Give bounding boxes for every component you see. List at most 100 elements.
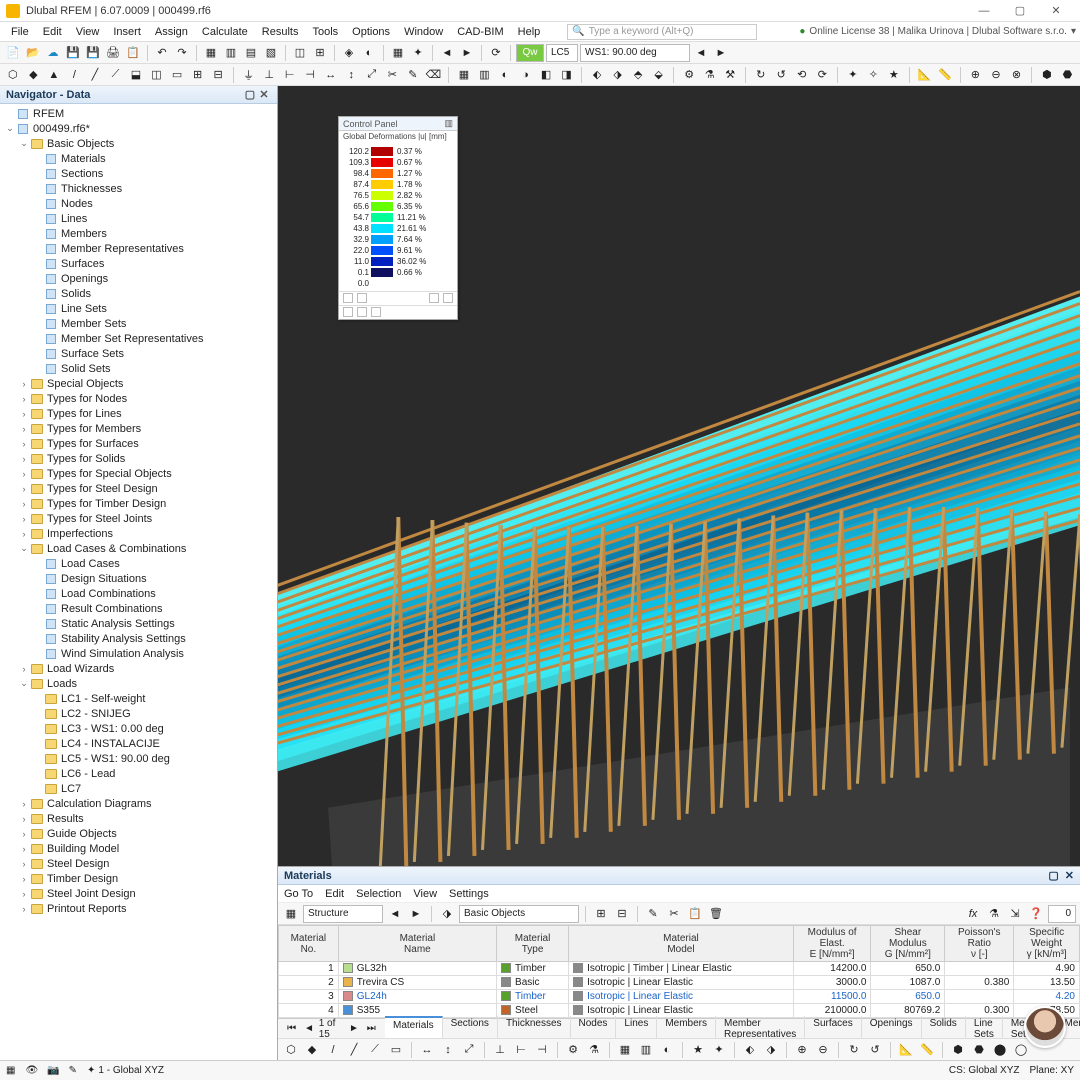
col-header[interactable]: MaterialType (497, 926, 569, 962)
tree-basic-0[interactable]: Materials (0, 151, 277, 166)
loadcase-field[interactable]: LC5 (546, 44, 578, 62)
tree-lcc-4[interactable]: Static Analysis Settings (0, 616, 277, 631)
tb2-btn-24[interactable]: ▥ (476, 66, 494, 84)
tree-load-3[interactable]: LC4 - INSTALACIJE (0, 736, 277, 751)
tree-lcc-6[interactable]: Wind Simulation Analysis (0, 646, 277, 661)
tb2-btn-16[interactable]: ↔ (322, 66, 340, 84)
cp-opt4-icon[interactable] (443, 293, 453, 303)
tb2-btn-3[interactable]: / (66, 66, 84, 84)
cloud-icon[interactable]: ☁ (44, 44, 62, 62)
matmenu-selection[interactable]: Selection (356, 888, 401, 900)
tb2-btn-21[interactable]: ⌫ (425, 66, 443, 84)
menu-file[interactable]: File (4, 24, 36, 40)
help-icon[interactable]: ❓ (1027, 905, 1045, 923)
tree-f2-5[interactable]: ›Timber Design (0, 871, 277, 886)
col-header[interactable]: Poisson'sRatioν [-] (945, 926, 1014, 962)
col-header[interactable]: MaterialName (338, 926, 496, 962)
menu-cad-bim[interactable]: CAD-BIM (450, 24, 510, 40)
tb2-btn-49[interactable]: 📏 (936, 66, 954, 84)
tree-basic-9[interactable]: Solids (0, 286, 277, 301)
tb2-btn-9[interactable]: ⊞ (189, 66, 207, 84)
matmenu-view[interactable]: View (413, 888, 437, 900)
menu-assign[interactable]: Assign (148, 24, 195, 40)
cp-opt2-icon[interactable] (357, 293, 367, 303)
tree-lcc-2[interactable]: Load Combinations (0, 586, 277, 601)
tb2-btn-35[interactable]: ⚙ (680, 66, 698, 84)
bpi-23[interactable]: ✦ (710, 1041, 728, 1059)
tree-f1-8[interactable]: ›Types for Timber Design (0, 496, 277, 511)
cp-opt1-icon[interactable] (343, 293, 353, 303)
bpi-29[interactable]: ⊖ (814, 1041, 832, 1059)
open-icon[interactable]: 📂 (24, 44, 42, 62)
tree-f1-3[interactable]: ›Types for Members (0, 421, 277, 436)
tree-f2-1[interactable]: ›Results (0, 811, 277, 826)
basic-objects-icon[interactable]: ⬗ (438, 905, 456, 923)
save-icon[interactable]: 💾 (64, 44, 82, 62)
bp-close-icon[interactable]: ✕ (1065, 869, 1074, 882)
bpi-26[interactable]: ⬗ (762, 1041, 780, 1059)
menu-insert[interactable]: Insert (106, 24, 148, 40)
tb2-btn-56[interactable]: ⬣ (1059, 66, 1077, 84)
tree-root[interactable]: RFEM (0, 106, 277, 121)
view5-icon[interactable]: ◫ (291, 44, 309, 62)
tree-file[interactable]: ⌄000499.rf6* (0, 121, 277, 136)
tb2-btn-8[interactable]: ▭ (168, 66, 186, 84)
tree-f1-0[interactable]: ›Special Objects (0, 376, 277, 391)
tree-f2-6[interactable]: ›Steel Joint Design (0, 886, 277, 901)
bp-pin-icon[interactable]: ▢ (1048, 869, 1058, 882)
tb2-btn-27[interactable]: ◧ (537, 66, 555, 84)
bpi-4[interactable]: ⟋ (366, 1041, 384, 1059)
bpi-1[interactable]: ◆ (303, 1041, 321, 1059)
tb2-btn-19[interactable]: ✂ (384, 66, 402, 84)
view6-icon[interactable]: ⊞ (311, 44, 329, 62)
fx-icon[interactable]: fx (964, 905, 982, 923)
breadcrumb-basic[interactable]: Basic Objects (459, 905, 579, 923)
col-header[interactable]: Modulus ofElast.E [N/mm²] (793, 926, 871, 962)
bpi-9[interactable]: ⤢ (460, 1041, 478, 1059)
page-last-icon[interactable]: ⏭ (364, 1020, 379, 1038)
tree-basic-2[interactable]: Thicknesses (0, 181, 277, 196)
crumb-next-icon[interactable]: ► (407, 905, 425, 923)
menu-view[interactable]: View (69, 24, 107, 40)
matmenu-edit[interactable]: Edit (325, 888, 344, 900)
axes-icon[interactable]: ✦ (409, 44, 427, 62)
menu-results[interactable]: Results (255, 24, 306, 40)
tree-f2-2[interactable]: ›Guide Objects (0, 826, 277, 841)
tree-basic-10[interactable]: Line Sets (0, 301, 277, 316)
pin-icon[interactable]: ▢ (243, 88, 257, 101)
tb2-btn-15[interactable]: ⊣ (301, 66, 319, 84)
tree-basic-11[interactable]: Member Sets (0, 316, 277, 331)
tree-basic-8[interactable]: Openings (0, 271, 277, 286)
bpi-37[interactable]: ⬢ (949, 1041, 967, 1059)
tb2-btn-28[interactable]: ◨ (558, 66, 576, 84)
bpi-13[interactable]: ⊣ (533, 1041, 551, 1059)
minimize-button[interactable]: — (966, 1, 1002, 21)
tree-f1-10[interactable]: ›Imperfections (0, 526, 277, 541)
view3-icon[interactable]: ▤ (242, 44, 260, 62)
refresh-icon[interactable]: ⟳ (487, 44, 505, 62)
bpi-22[interactable]: ★ (689, 1041, 707, 1059)
tb2-btn-4[interactable]: ╱ (86, 66, 104, 84)
tree-f1-9[interactable]: ›Types for Steel Joints (0, 511, 277, 526)
shade-icon[interactable]: ◐ (360, 44, 378, 62)
tb2-btn-23[interactable]: ▦ (455, 66, 473, 84)
camera-icon[interactable]: 📷 (47, 1065, 59, 1076)
tree-f1-1[interactable]: ›Types for Nodes (0, 391, 277, 406)
tree-load-5[interactable]: LC6 - Lead (0, 766, 277, 781)
user-avatar[interactable] (1024, 1006, 1066, 1048)
tool-c-icon[interactable]: ✎ (644, 905, 662, 923)
menu-help[interactable]: Help (511, 24, 548, 40)
tb2-btn-42[interactable]: ⟳ (814, 66, 832, 84)
materials-table[interactable]: MaterialNo.MaterialNameMaterialTypeMater… (278, 925, 1080, 1018)
cp-tab1-icon[interactable] (343, 307, 353, 317)
col-header[interactable]: MaterialNo. (279, 926, 339, 962)
panel-close-icon[interactable]: ✕ (257, 88, 271, 101)
breadcrumb-structure[interactable]: Structure (303, 905, 383, 923)
bpi-11[interactable]: ⊥ (491, 1041, 509, 1059)
tree-basic-objects[interactable]: ⌄Basic Objects (0, 136, 277, 151)
cp-pin-icon[interactable]: ▥ (444, 118, 453, 129)
table-row[interactable]: 1GL32hTimberIsotropic | Timber | Linear … (279, 962, 1080, 976)
loadcase-desc-field[interactable]: WS1: 90.00 deg (580, 44, 690, 62)
tree-basic-5[interactable]: Members (0, 226, 277, 241)
tb2-btn-40[interactable]: ↺ (772, 66, 790, 84)
